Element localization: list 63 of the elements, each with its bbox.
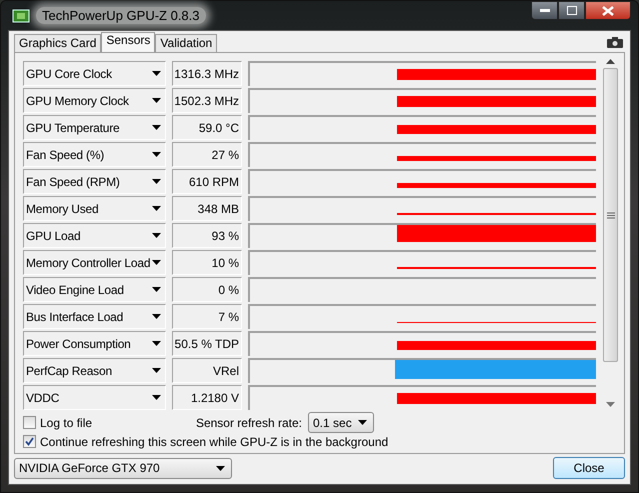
- minimize-icon: [540, 8, 550, 12]
- sensor-value: 93 %: [172, 223, 242, 248]
- sensor-dropdown[interactable]: GPU Load: [23, 223, 166, 248]
- maximize-button[interactable]: [558, 1, 585, 20]
- sensor-dropdown[interactable]: Video Engine Load: [23, 277, 166, 302]
- caret-icon: [358, 420, 367, 425]
- caret-icon: [152, 98, 161, 103]
- caret-icon: [152, 233, 161, 238]
- sensor-value: 1.2180 V: [172, 385, 242, 410]
- sensor-dropdown[interactable]: PerfCap Reason: [23, 358, 166, 383]
- sensor-dropdown[interactable]: GPU Memory Clock: [23, 88, 166, 113]
- tab[interactable]: Graphics Card: [14, 34, 102, 52]
- caret-icon: [152, 395, 161, 400]
- caret-icon: [152, 287, 161, 292]
- sensor-value: 27 %: [172, 142, 242, 167]
- sensor-dropdown[interactable]: Memory Controller Load: [23, 250, 166, 275]
- sensor-value: 1502.3 MHz: [172, 88, 242, 113]
- caret-icon: [152, 206, 161, 211]
- checkmark-icon: [25, 437, 34, 446]
- refresh-rate-dropdown[interactable]: 0.1 sec: [308, 412, 374, 433]
- caret-icon: [152, 341, 161, 346]
- sensor-value: 7 %: [172, 304, 242, 329]
- sensor-dropdown[interactable]: Fan Speed (%): [23, 142, 166, 167]
- sensor-value: 10 %: [172, 250, 242, 275]
- sensor-value: 610 RPM: [172, 169, 242, 194]
- sensor-dropdown[interactable]: Power Consumption: [23, 331, 166, 356]
- continue-refreshing-checkbox[interactable]: Continue refreshing this screen while GPU-Z is in the background: [23, 434, 388, 448]
- refresh-rate-label: Sensor refresh rate:: [196, 416, 302, 430]
- sensor-value: VRel: [172, 358, 242, 383]
- sensor-dropdown[interactable]: Fan Speed (RPM): [23, 169, 166, 194]
- minimize-button[interactable]: [531, 1, 558, 20]
- sensor-dropdown[interactable]: GPU Core Clock: [23, 61, 166, 86]
- close-dialog-button[interactable]: Close: [553, 457, 625, 479]
- caret-icon: [216, 466, 225, 470]
- chip-icon: [12, 8, 30, 24]
- scroll-down-icon[interactable]: [606, 402, 616, 407]
- sensor-value: 50.5 % TDP: [172, 331, 242, 356]
- log-to-file-checkbox[interactable]: Log to file: [23, 416, 92, 430]
- gpu-dropdown[interactable]: NVIDIA GeForce GTX 970: [14, 458, 232, 478]
- close-button[interactable]: [585, 1, 631, 20]
- camera-icon[interactable]: [607, 37, 623, 48]
- sensor-value: 59.0 °C: [172, 115, 242, 140]
- maximize-icon: [566, 6, 576, 15]
- caret-icon: [152, 125, 161, 130]
- close-icon: [602, 6, 614, 16]
- sensor-dropdown[interactable]: GPU Temperature: [23, 115, 166, 140]
- grip-icon: [606, 212, 615, 218]
- caret-icon: [152, 152, 161, 157]
- sensor-value: 348 MB: [172, 196, 242, 221]
- caret-icon: [152, 314, 161, 319]
- scroll-up-icon[interactable]: [606, 59, 616, 64]
- sensor-value: 1316.3 MHz: [172, 61, 242, 86]
- sensor-dropdown[interactable]: Memory Used: [23, 196, 166, 221]
- tab[interactable]: Sensors: [101, 32, 156, 52]
- caret-icon: [152, 260, 161, 265]
- caret-icon: [152, 71, 161, 76]
- caret-icon: [152, 179, 161, 184]
- window-title: TechPowerUp GPU-Z 0.8.3: [36, 7, 206, 24]
- tab[interactable]: Validation: [155, 34, 218, 52]
- sensor-dropdown[interactable]: Bus Interface Load: [23, 304, 166, 329]
- sensor-value: 0 %: [172, 277, 242, 302]
- sensor-dropdown[interactable]: VDDC: [23, 385, 166, 410]
- caret-icon: [152, 368, 161, 373]
